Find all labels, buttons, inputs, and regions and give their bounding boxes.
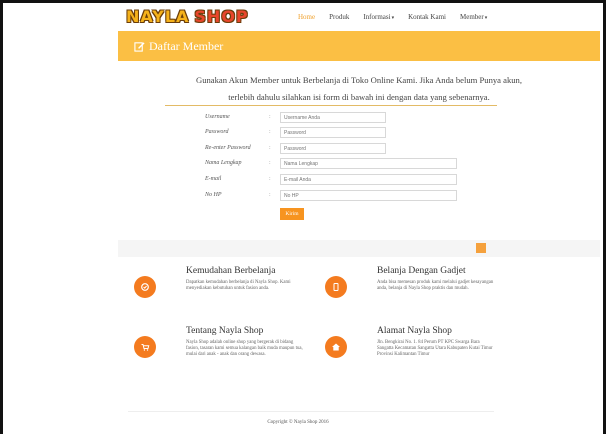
- nav-item-member[interactable]: Member▾: [460, 13, 487, 21]
- form-row-phone: No HP :: [205, 190, 465, 202]
- nav-item-produk[interactable]: Produk: [329, 13, 349, 21]
- intro-line-1: Gunakan Akun Member untuk Berbelanja di …: [196, 75, 522, 85]
- check-circle-icon: [134, 276, 156, 298]
- feature-desc: Jln. Bengkirai No. 1. 84 Perum PT KPC Sw…: [377, 340, 493, 357]
- email-input[interactable]: [280, 174, 457, 185]
- home-icon: [325, 336, 347, 358]
- form-row-reenter-password: Re-enter Password :: [205, 143, 465, 155]
- top-navbar: NAYLA SHOP Home Produk Informasi▾ Kontak…: [118, 3, 600, 31]
- edit-icon: [134, 42, 145, 52]
- field-colon: :: [269, 176, 271, 182]
- page-title: Daftar Member: [134, 39, 223, 54]
- nav-item-informasi[interactable]: Informasi▾: [363, 13, 394, 21]
- field-colon: :: [269, 114, 271, 120]
- field-label: Password: [205, 129, 229, 135]
- reenter-password-input[interactable]: [280, 143, 386, 154]
- intro-line-2: terlebih dahulu silahkan isi form di baw…: [228, 92, 490, 102]
- field-colon: :: [269, 160, 271, 166]
- intro-text: Gunakan Akun Member untuk Berbelanja di …: [118, 72, 600, 106]
- section-strip: [118, 240, 600, 257]
- field-colon: :: [269, 129, 271, 135]
- cart-icon: [134, 336, 156, 358]
- field-label: Nama Lengkap: [205, 160, 242, 166]
- form-row-username: Username :: [205, 112, 465, 124]
- form-row-nama: Nama Lengkap :: [205, 158, 465, 170]
- intro-divider: [165, 105, 497, 106]
- mobile-icon: [325, 276, 347, 298]
- full-name-input[interactable]: [280, 158, 457, 169]
- field-colon: :: [269, 145, 271, 151]
- feature-desc: Nayla Shop adalah online shop yang berge…: [186, 340, 303, 357]
- feature-title: Tentang Nayla Shop: [186, 326, 264, 336]
- site-logo[interactable]: NAYLA SHOP: [126, 6, 249, 26]
- form-row-password: Password :: [205, 127, 465, 139]
- logo-word-1: NAYLA: [126, 6, 190, 26]
- feature-title: Kemudahan Berbelanja: [186, 266, 276, 276]
- password-input[interactable]: [280, 127, 386, 138]
- chevron-down-icon: ▾: [484, 16, 488, 21]
- feature-title: Belanja Dengan Gadjet: [377, 266, 466, 276]
- scroll-top-button[interactable]: [476, 243, 486, 253]
- nav-item-home[interactable]: Home: [298, 13, 315, 21]
- feature-desc: Anda bisa memesan produk kami melalui ga…: [377, 280, 494, 291]
- footer-divider: [128, 411, 494, 412]
- page-header-band: Daftar Member: [118, 31, 600, 61]
- main-nav: Home Produk Informasi▾ Kontak Kami Membe…: [298, 13, 487, 21]
- phone-input[interactable]: [280, 190, 457, 201]
- field-label: No HP: [205, 192, 222, 198]
- field-label: Re-enter Password: [205, 145, 251, 151]
- field-label: E-mail: [205, 176, 222, 182]
- username-input[interactable]: [280, 112, 386, 123]
- feature-desc: Dapatkan kemudahan berbelanja di Nayla S…: [186, 280, 291, 291]
- logo-word-2: SHOP: [194, 6, 249, 26]
- field-colon: :: [269, 192, 271, 198]
- form-row-email: E-mail :: [205, 174, 465, 186]
- field-label: Username: [205, 114, 230, 120]
- page-title-text: Daftar Member: [149, 39, 224, 53]
- nav-item-kontak[interactable]: Kontak Kami: [408, 13, 446, 21]
- footer-copyright: Copyright © Nayla Shop 2016: [267, 420, 329, 425]
- submit-button[interactable]: Kirim: [280, 208, 304, 220]
- chevron-down-icon: ▾: [391, 16, 395, 21]
- feature-title: Alamat Nayla Shop: [377, 326, 452, 336]
